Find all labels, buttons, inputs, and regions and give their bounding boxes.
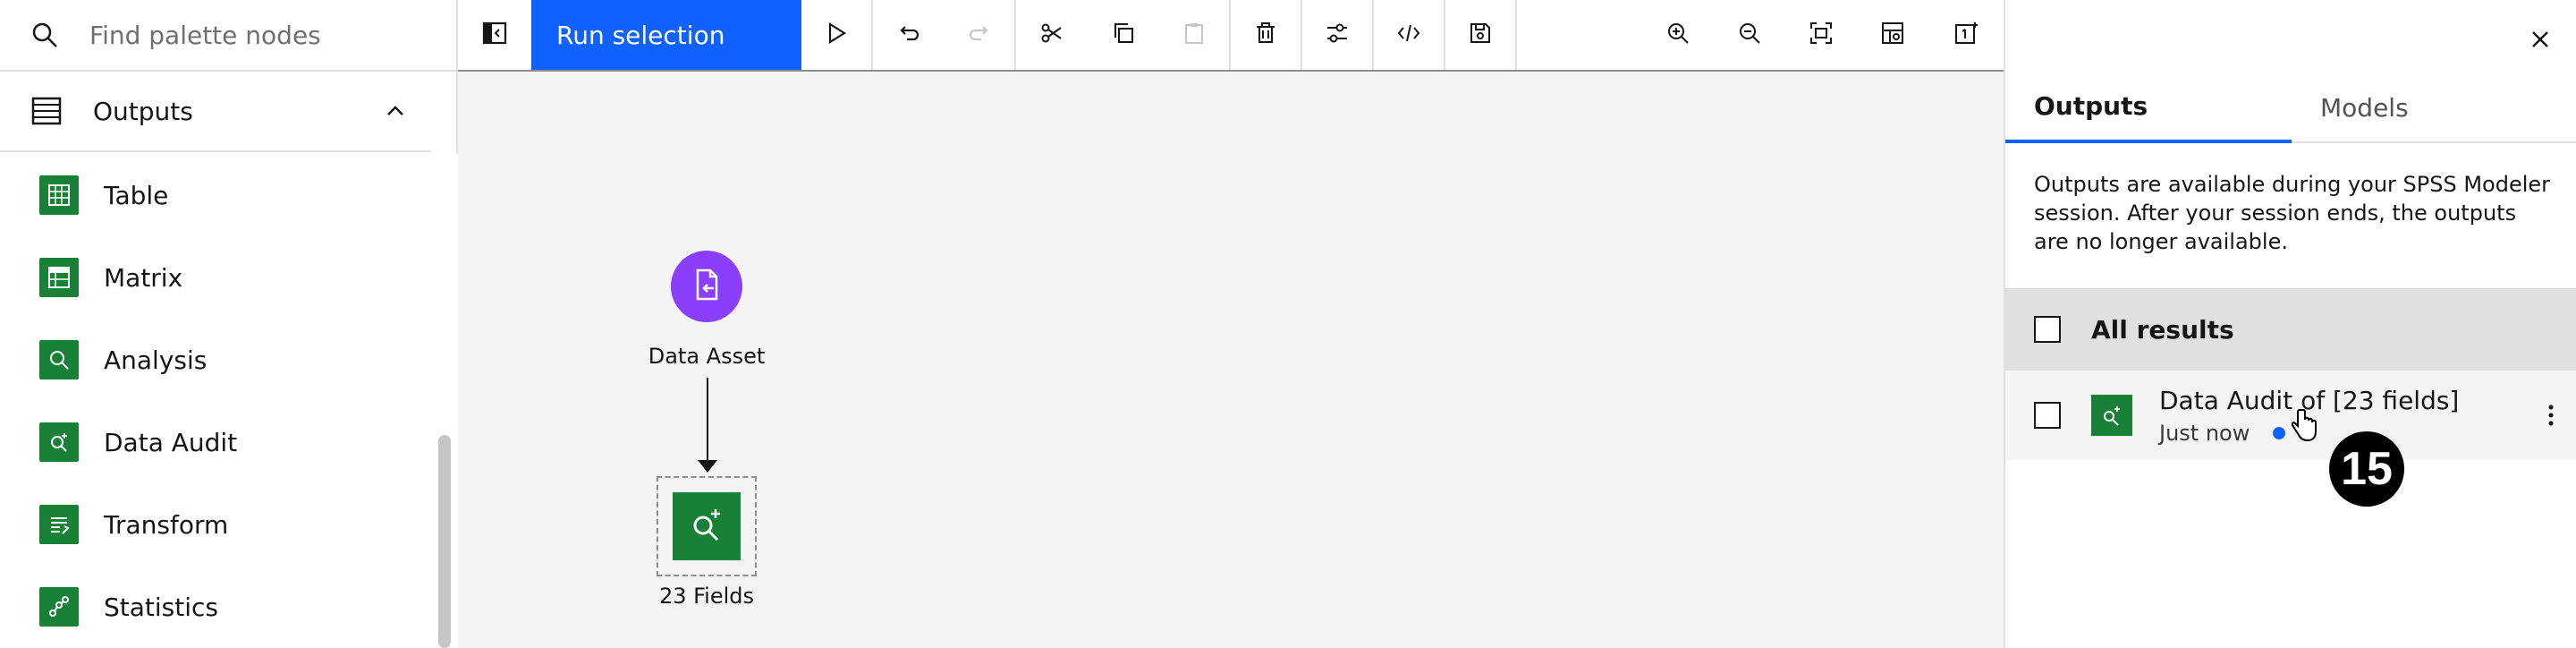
matrix-icon [39, 258, 79, 297]
palette-search-input[interactable] [89, 20, 438, 50]
palette-item-label: Statistics [104, 592, 218, 622]
data-audit-node-label: 23 Fields [658, 584, 755, 609]
paste-button[interactable] [1159, 0, 1231, 70]
list-icon [0, 95, 93, 127]
node-count-button[interactable] [1928, 0, 2004, 70]
overflow-menu-icon [2548, 405, 2554, 426]
data-audit-node[interactable] [673, 492, 741, 560]
pointer-cursor-icon [2291, 408, 2318, 446]
palette-toggle-button[interactable] [458, 0, 531, 70]
result-row[interactable]: Data Audit of [23 fields] Just now [2005, 371, 2576, 460]
canvas-toolbar: Run selection [458, 0, 2004, 72]
paste-icon [1182, 21, 1207, 49]
statistics-icon [39, 587, 79, 627]
zoom-out-button[interactable] [1714, 0, 1785, 70]
app-root: Outputs Table Matrix [0, 0, 2576, 648]
settings-icon [1325, 21, 1350, 49]
step-number-badge: 15 [2329, 431, 2404, 507]
save-icon [1468, 21, 1493, 49]
redo-button[interactable] [945, 0, 1016, 70]
undo-button[interactable] [873, 0, 945, 70]
palette-search [0, 0, 458, 72]
outputs-description: Outputs are available during your SPSS M… [2034, 172, 2551, 254]
arrange-button[interactable] [1857, 0, 1928, 70]
palette-items: Table Matrix Analysis Data Audit Transfo… [0, 154, 431, 648]
transform-icon [39, 505, 79, 544]
run-icon [824, 21, 849, 49]
zoom-in-icon [1665, 21, 1690, 49]
category-label: Outputs [93, 96, 193, 126]
all-results-label: All results [2091, 314, 2234, 345]
palette-scrollbar-thumb[interactable] [438, 435, 451, 648]
panel-tabs: Outputs Models [2005, 72, 2576, 143]
fit-to-screen-icon [1809, 21, 1834, 49]
run-selection-button[interactable]: Run selection [531, 0, 801, 70]
outputs-panel: Outputs Models Outputs are available dur… [2004, 0, 2576, 648]
data-audit-icon [2091, 395, 2132, 436]
data-asset-node-label: Data Asset [648, 344, 766, 369]
link-arrowhead [698, 460, 717, 473]
cut-icon [1039, 21, 1064, 49]
node-link[interactable] [707, 378, 708, 467]
node-palette: Outputs Table Matrix [0, 0, 458, 648]
palette-item-label: Analysis [104, 345, 208, 375]
zoom-out-icon [1737, 21, 1762, 49]
close-icon [2529, 29, 2551, 54]
copy-button[interactable] [1088, 0, 1159, 70]
cut-button[interactable] [1016, 0, 1088, 70]
new-result-indicator [2273, 426, 2286, 439]
node-count-icon [1953, 21, 1979, 49]
result-text: Data Audit of [23 fields] Just now [2159, 386, 2524, 446]
zoom-in-button[interactable] [1642, 0, 1714, 70]
code-icon [1396, 21, 1421, 49]
data-audit-icon [39, 422, 79, 462]
tab-models[interactable]: Models [2292, 72, 2576, 143]
palette-item-label: Table [104, 180, 169, 210]
result-timestamp: Just now [2159, 420, 2250, 446]
all-results-checkbox[interactable] [2034, 316, 2061, 343]
palette-item-statistics[interactable]: Statistics [0, 566, 431, 648]
tab-outputs[interactable]: Outputs [2005, 72, 2292, 143]
palette-item-matrix[interactable]: Matrix [0, 236, 431, 319]
close-panel-button[interactable] [2522, 23, 2558, 59]
redo-icon [967, 21, 992, 49]
palette-item-analysis[interactable]: Analysis [0, 319, 431, 401]
data-asset-node[interactable] [671, 251, 742, 322]
copy-icon [1111, 21, 1136, 49]
category-header-outputs[interactable]: Outputs [0, 72, 431, 152]
code-button[interactable] [1374, 0, 1445, 70]
palette-item-transform[interactable]: Transform [0, 483, 431, 566]
analysis-icon [39, 340, 79, 379]
palette-item-table[interactable]: Table [0, 154, 431, 236]
fit-to-screen-button[interactable] [1785, 0, 1857, 70]
all-results-row: All results [2005, 288, 2576, 371]
flow-canvas[interactable]: Data Asset 23 Fields [458, 73, 2004, 648]
result-checkbox[interactable] [2034, 402, 2061, 429]
data-audit-icon [688, 506, 725, 547]
palette-item-label: Data Audit [104, 427, 238, 457]
search-icon [0, 21, 89, 49]
palette-item-label: Matrix [104, 262, 183, 293]
result-title[interactable]: Data Audit of [23 fields] [2159, 386, 2524, 415]
palette-item-label: Transform [104, 509, 229, 540]
table-icon [39, 175, 79, 215]
undo-icon [896, 21, 921, 49]
palette-item-data-audit[interactable]: Data Audit [0, 401, 431, 483]
save-button[interactable] [1445, 0, 1517, 70]
run-button[interactable] [801, 0, 873, 70]
delete-button[interactable] [1231, 0, 1302, 70]
arrange-icon [1880, 21, 1905, 49]
run-selection-label: Run selection [556, 20, 725, 50]
data-asset-icon [689, 267, 724, 306]
settings-button[interactable] [1302, 0, 1374, 70]
chevron-up-icon[interactable] [360, 99, 431, 123]
overflow-menu-button[interactable] [2524, 403, 2576, 428]
palette-toggle-icon [481, 20, 508, 50]
delete-icon [1253, 21, 1278, 49]
